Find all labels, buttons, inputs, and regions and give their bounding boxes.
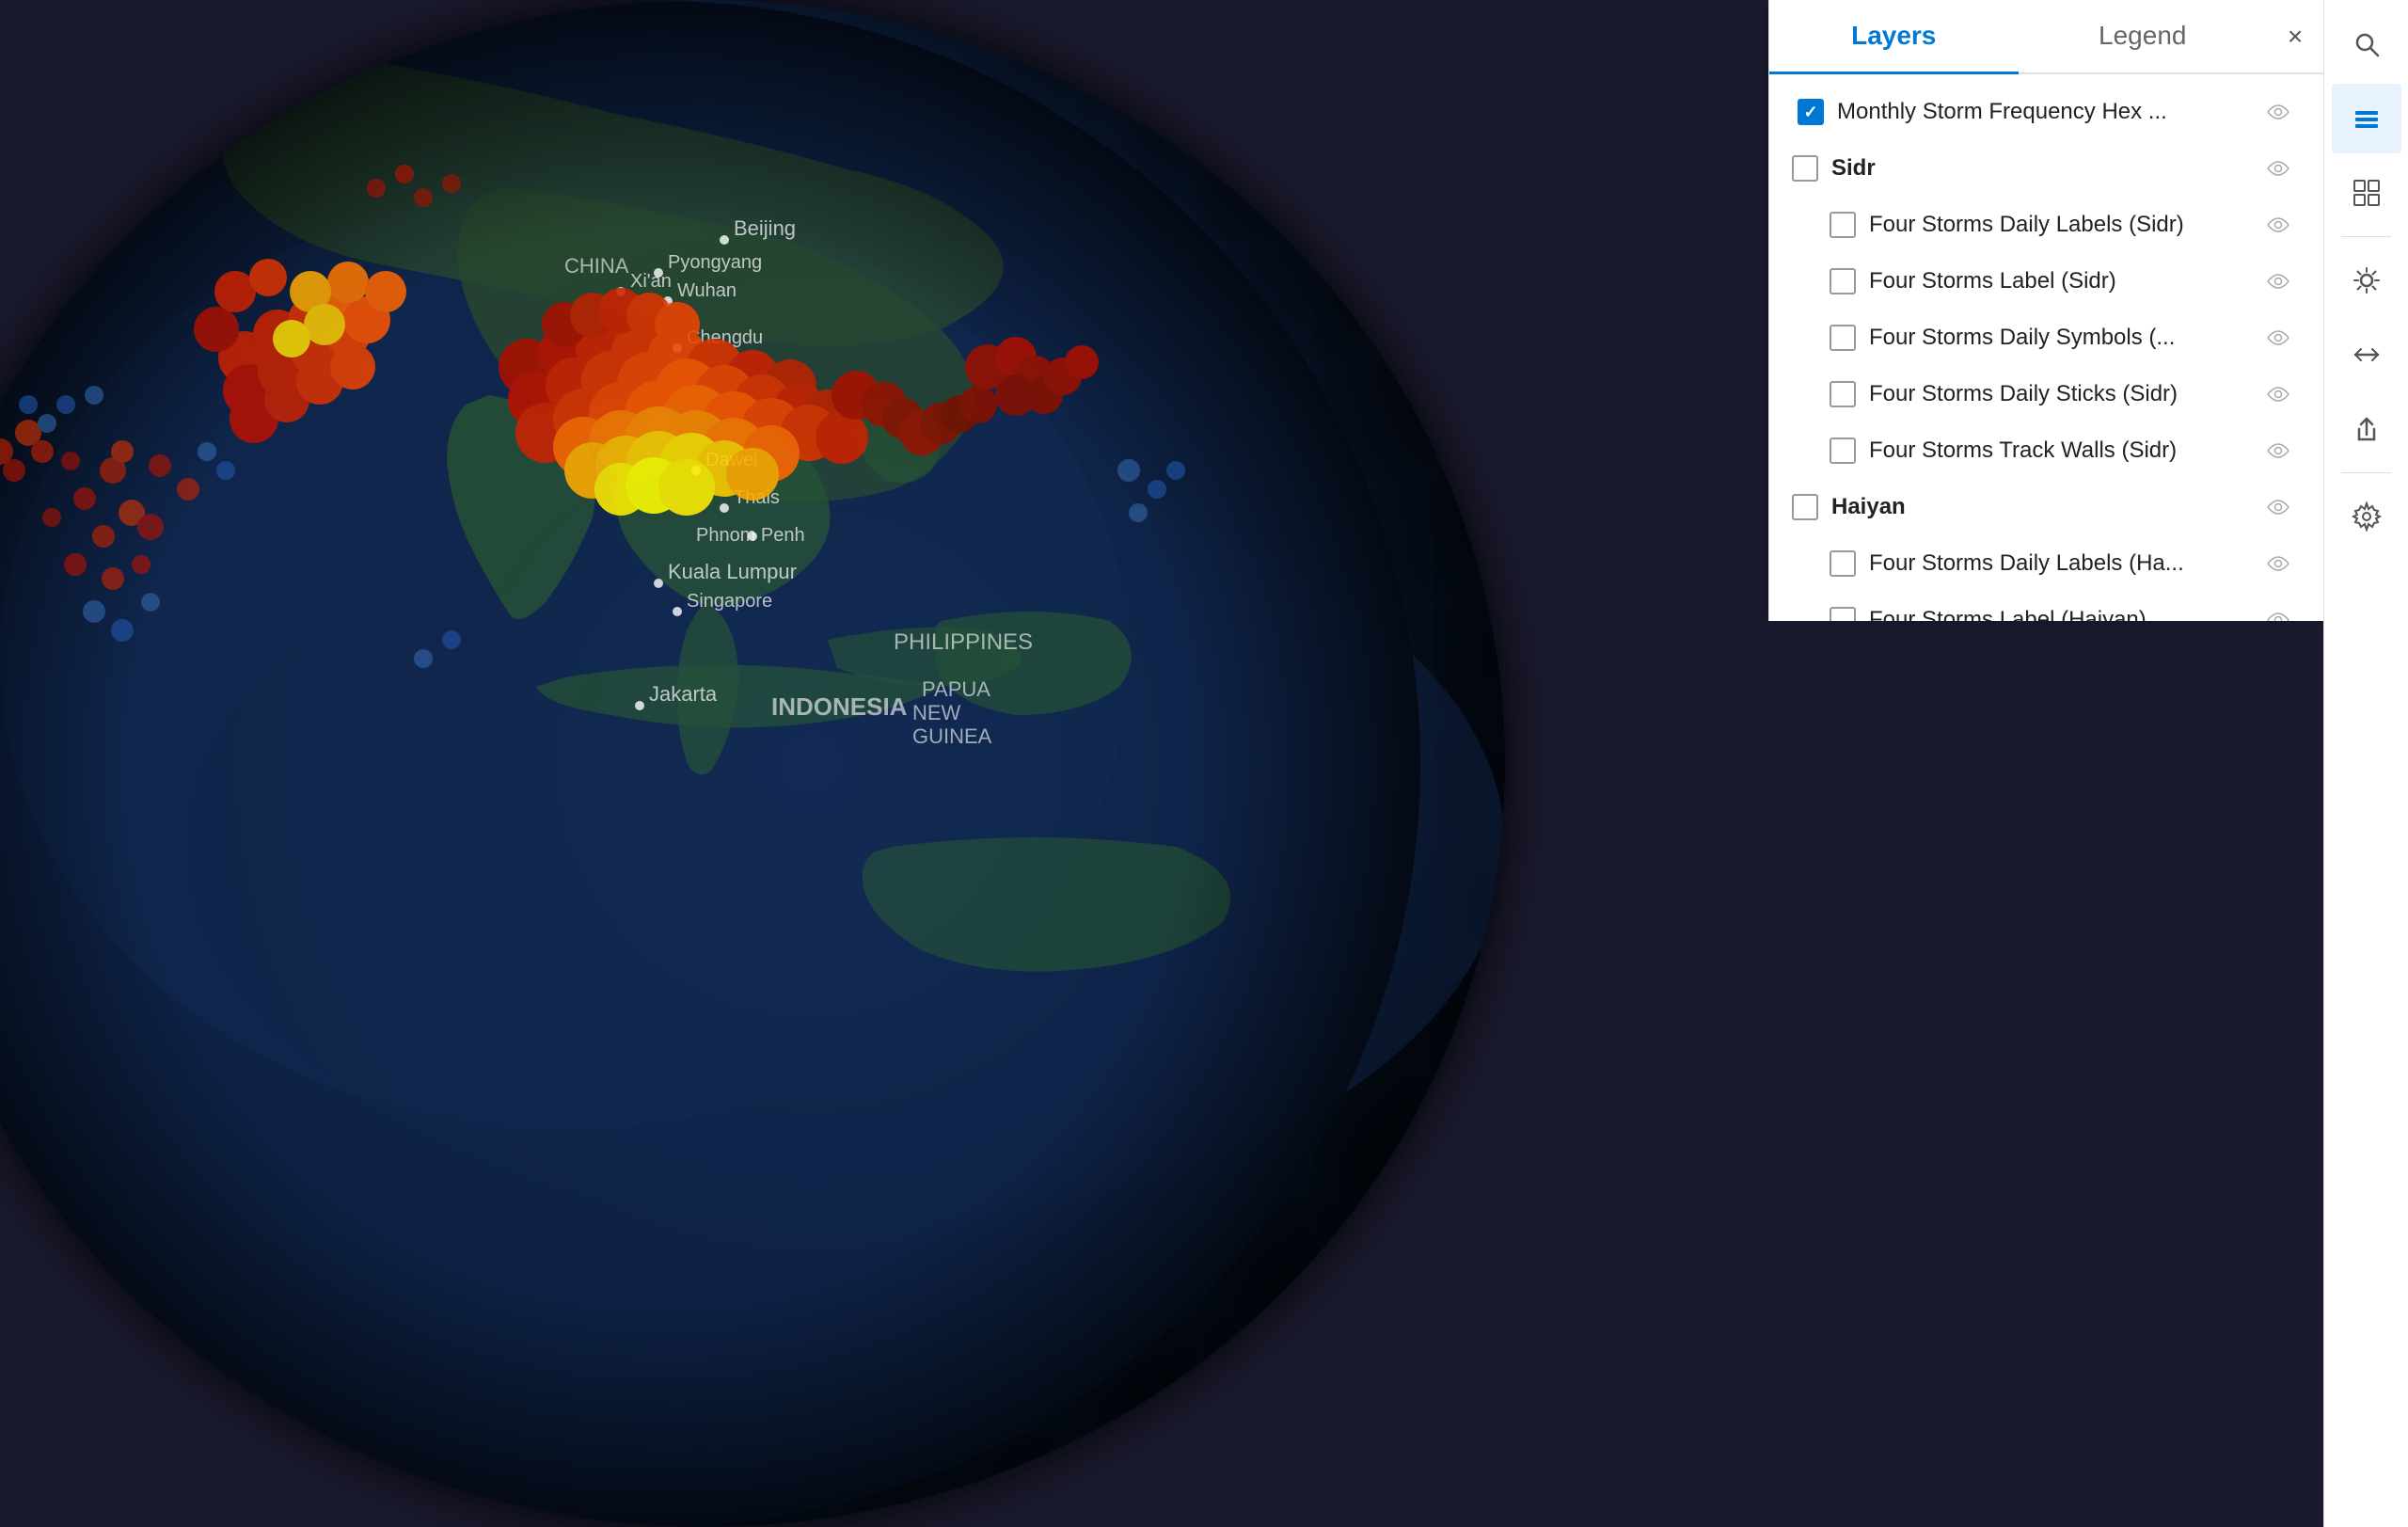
checkbox-sidr-group[interactable] (1792, 155, 1818, 182)
layer-visibility-icon-sidr-track-walls[interactable] (2261, 434, 2295, 468)
search-button[interactable] (2332, 9, 2401, 79)
layer-visibility-icon-haiyan-daily-labels[interactable] (2261, 547, 2295, 581)
layers-list: Monthly Storm Frequency Hex ... Sidr Fou… (1769, 74, 2323, 621)
layer-item-sidr-label[interactable]: Four Storms Label (Sidr) (1769, 253, 2323, 310)
toolbar-divider (2341, 472, 2391, 473)
layer-item-haiyan-label[interactable]: Four Storms Label (Haiyan) (1769, 592, 2323, 621)
layer-item-sidr-daily-sticks[interactable]: Four Storms Daily Sticks (Sidr) (1769, 366, 2323, 422)
svg-text:Xi'an: Xi'an (630, 271, 672, 292)
layers-button[interactable] (2332, 84, 2401, 153)
layer-item-haiyan-group[interactable]: Haiyan (1769, 479, 2323, 535)
svg-text:CHINA: CHINA (555, 0, 620, 5)
share-button[interactable] (2332, 394, 2401, 464)
tab-legend[interactable]: Legend (2019, 0, 2268, 74)
layers-panel: Layers Legend × Monthly Storm Frequency … (1768, 0, 2323, 621)
settings-button[interactable] (2332, 482, 2401, 551)
layer-visibility-icon-haiyan-label[interactable] (2261, 603, 2295, 621)
layer-label-haiyan-label: Four Storms Label (Haiyan) (1869, 607, 2248, 621)
measure-button[interactable] (2332, 320, 2401, 390)
checkbox-sidr-track-walls[interactable] (1830, 437, 1856, 464)
layer-label-monthly-storm: Monthly Storm Frequency Hex ... (1837, 99, 2248, 125)
layer-item-sidr-daily-symbols[interactable]: Four Storms Daily Symbols (... (1769, 310, 2323, 366)
layer-item-sidr-group[interactable]: Sidr (1769, 140, 2323, 197)
basemap-gallery-button[interactable] (2332, 158, 2401, 228)
svg-text:Singapore: Singapore (687, 591, 772, 612)
svg-text:CHINA: CHINA (564, 254, 629, 278)
layer-label-sidr-group: Sidr (1831, 155, 2248, 182)
layer-label-sidr-daily-labels: Four Storms Daily Labels (Sidr) (1869, 212, 2248, 238)
daylight-button[interactable] (2332, 246, 2401, 315)
layer-item-sidr-track-walls[interactable]: Four Storms Track Walls (Sidr) (1769, 422, 2323, 479)
layer-visibility-icon-sidr-daily-symbols[interactable] (2261, 321, 2295, 355)
layer-label-sidr-label: Four Storms Label (Sidr) (1869, 268, 2248, 294)
svg-text:Pyongyang: Pyongyang (668, 252, 762, 273)
layer-label-sidr-daily-sticks: Four Storms Daily Sticks (Sidr) (1869, 381, 2248, 407)
close-button[interactable]: × (2267, 0, 2323, 72)
toolbar-divider (2341, 236, 2391, 237)
svg-text:Phnom Penh: Phnom Penh (696, 525, 805, 546)
svg-text:PAPUA: PAPUA (922, 677, 990, 701)
svg-text:Beijing: Beijing (734, 216, 796, 240)
checkbox-haiyan-group[interactable] (1792, 494, 1818, 520)
layer-visibility-icon-sidr-daily-labels[interactable] (2261, 208, 2295, 242)
svg-text:Wuhan: Wuhan (677, 280, 737, 301)
checkbox-haiyan-label[interactable] (1830, 607, 1856, 621)
globe-map: Beijing Pyongyang Xi'an Wuhan Chengdu CH… (0, 0, 1505, 1527)
layer-label-sidr-track-walls: Four Storms Track Walls (Sidr) (1869, 437, 2248, 464)
layer-visibility-icon-monthly-storm[interactable] (2261, 95, 2295, 129)
svg-text:PHILIPPINES: PHILIPPINES (894, 629, 1033, 655)
layer-item-monthly-storm[interactable]: Monthly Storm Frequency Hex ... (1769, 84, 2323, 140)
layer-label-sidr-daily-symbols: Four Storms Daily Symbols (... (1869, 325, 2248, 351)
checkbox-haiyan-daily-labels[interactable] (1830, 550, 1856, 577)
layer-visibility-icon-sidr-daily-sticks[interactable] (2261, 377, 2295, 411)
svg-text:INDONESIA: INDONESIA (771, 692, 908, 721)
globe: Beijing Pyongyang Xi'an Wuhan Chengdu CH… (0, 0, 1505, 1527)
checkbox-sidr-label[interactable] (1830, 268, 1856, 294)
svg-text:Jakarta: Jakarta (649, 682, 718, 706)
layer-visibility-icon-sidr-group[interactable] (2261, 151, 2295, 185)
svg-text:NEW: NEW (912, 701, 961, 724)
panel-tabs: Layers Legend × (1769, 0, 2323, 74)
checkbox-sidr-daily-labels[interactable] (1830, 212, 1856, 238)
tab-layers[interactable]: Layers (1769, 0, 2019, 74)
layer-visibility-icon-haiyan-group[interactable] (2261, 490, 2295, 524)
layer-item-haiyan-daily-labels[interactable]: Four Storms Daily Labels (Ha... (1769, 535, 2323, 592)
layer-label-haiyan-group: Haiyan (1831, 494, 2248, 520)
checkbox-monthly-storm[interactable] (1798, 99, 1824, 125)
svg-text:Kuala Lumpur: Kuala Lumpur (668, 560, 797, 583)
layer-label-haiyan-daily-labels: Four Storms Daily Labels (Ha... (1869, 550, 2248, 577)
layer-item-sidr-daily-labels[interactable]: Four Storms Daily Labels (Sidr) (1769, 197, 2323, 253)
svg-text:GUINEA: GUINEA (912, 724, 992, 748)
checkbox-sidr-daily-sticks[interactable] (1830, 381, 1856, 407)
checkbox-sidr-daily-symbols[interactable] (1830, 325, 1856, 351)
layer-visibility-icon-sidr-label[interactable] (2261, 264, 2295, 298)
right-toolbar (2323, 0, 2408, 1527)
